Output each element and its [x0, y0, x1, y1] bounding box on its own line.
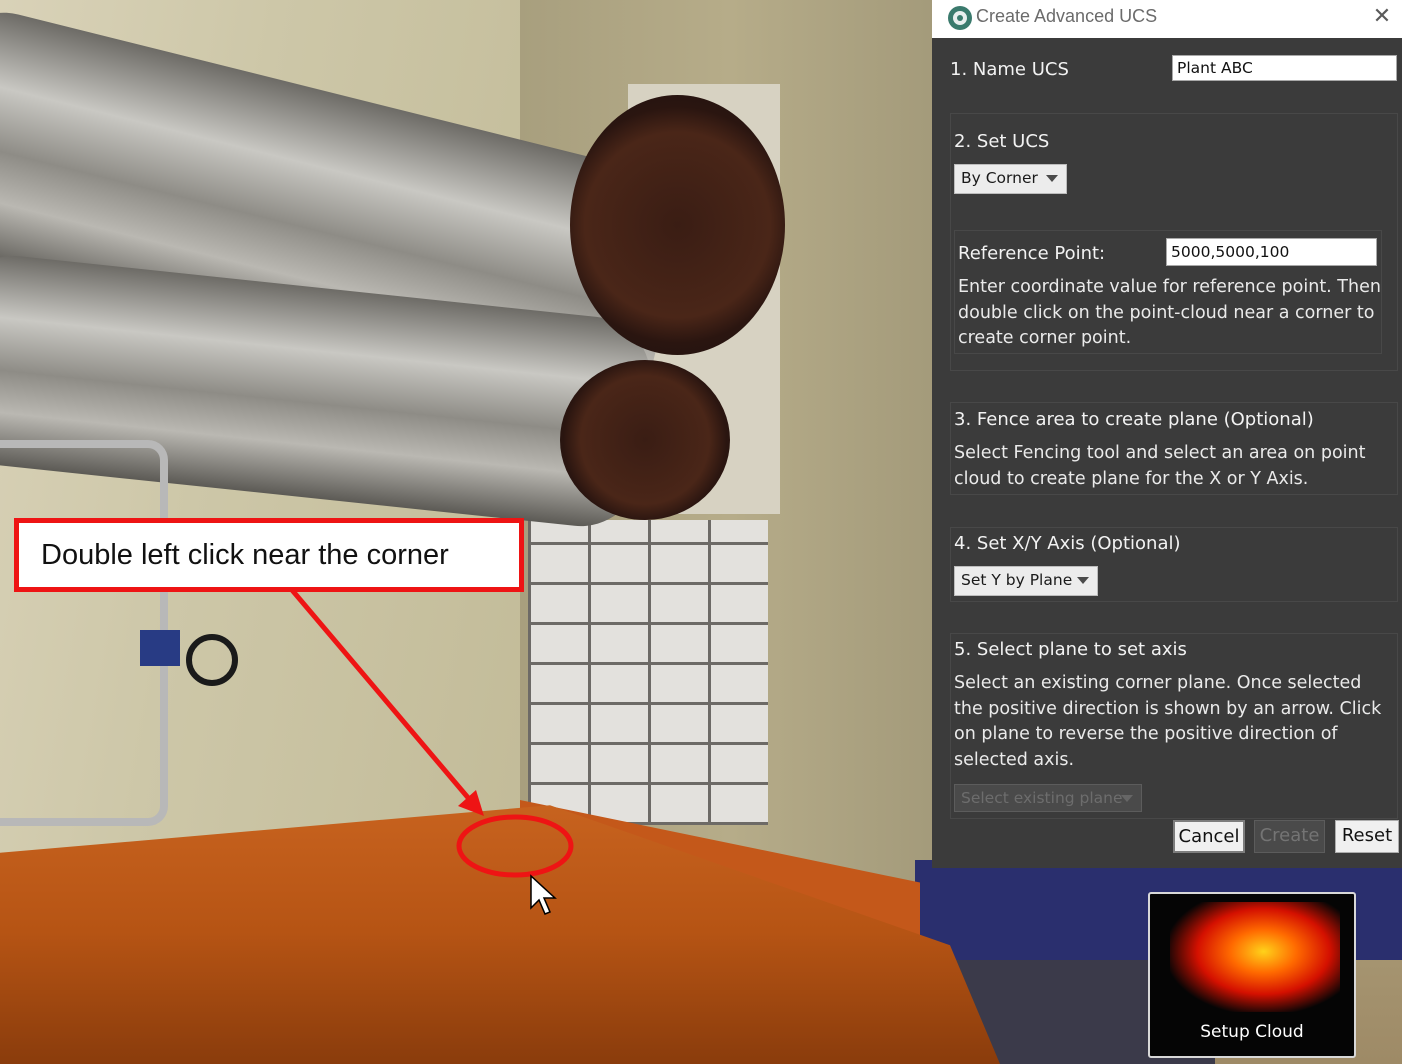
dialog-titlebar[interactable]: Create Advanced UCS ✕	[932, 0, 1402, 38]
reference-point-label: Reference Point:	[958, 243, 1106, 264]
chevron-down-icon	[1121, 795, 1133, 802]
dialog-title: Create Advanced UCS	[976, 6, 1158, 26]
chevron-down-icon	[1046, 175, 1058, 182]
fence-area-help: Select Fencing tool and select an area o…	[954, 443, 1366, 489]
lower-duct-flange	[560, 360, 730, 520]
existing-plane-placeholder: Select existing plane	[961, 789, 1123, 807]
reference-point-input[interactable]	[1166, 238, 1377, 266]
ucs-method-value: By Corner	[961, 169, 1038, 187]
axis-option-value: Set Y by Plane	[961, 571, 1073, 589]
step2-label: 2. Set UCS	[954, 131, 1050, 152]
create-button[interactable]: Create	[1254, 820, 1325, 853]
ucs-method-dropdown[interactable]: By Corner	[954, 164, 1067, 194]
step3-label: 3. Fence area to create plane (Optional)	[954, 409, 1314, 430]
axis-option-dropdown[interactable]: Set Y by Plane	[954, 566, 1098, 596]
select-plane-help: Select an existing corner plane. Once se…	[954, 673, 1382, 770]
create-advanced-ucs-dialog: Create Advanced UCS ✕ 1. Name UCS 2. Set…	[932, 0, 1402, 868]
setup-cloud-label: Setup Cloud	[1200, 1022, 1304, 1042]
reference-point-help: Enter coordinate value for reference poi…	[958, 277, 1381, 348]
chevron-down-icon	[1077, 577, 1089, 584]
reset-button[interactable]: Reset	[1335, 820, 1399, 853]
step1-label: 1. Name UCS	[950, 59, 1069, 80]
existing-plane-dropdown[interactable]: Select existing plane	[954, 784, 1142, 812]
app-logo-icon	[948, 6, 972, 30]
instruction-callout: Double left click near the corner	[14, 518, 524, 592]
brick-wall	[528, 520, 768, 825]
upper-duct-flange	[570, 95, 785, 355]
close-icon[interactable]: ✕	[1368, 3, 1396, 31]
setup-cloud-thumbnail[interactable]: Setup Cloud	[1148, 892, 1356, 1058]
point-cloud-preview-icon	[1170, 902, 1340, 1012]
step5-label: 5. Select plane to set axis	[954, 639, 1187, 660]
valve-wheel-icon	[186, 634, 238, 686]
ucs-name-input[interactable]	[1172, 55, 1397, 81]
step4-label: 4. Set X/Y Axis (Optional)	[954, 533, 1181, 554]
valve-body	[140, 630, 180, 666]
callout-text: Double left click near the corner	[41, 538, 449, 571]
cancel-button[interactable]: Cancel	[1173, 820, 1245, 853]
